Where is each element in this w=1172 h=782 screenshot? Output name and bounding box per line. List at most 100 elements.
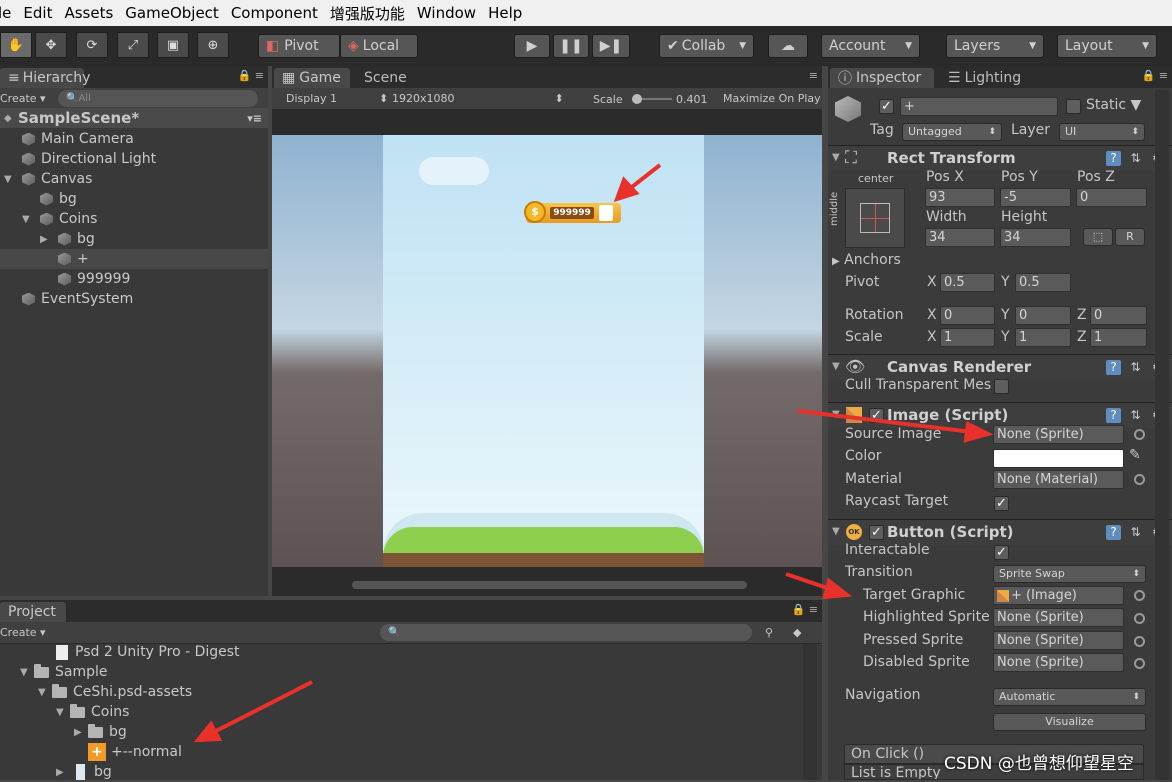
fold-open-icon[interactable]: ▼ xyxy=(56,707,70,718)
width-field[interactable]: 34 xyxy=(925,228,995,247)
filter-icon[interactable]: ⚲ xyxy=(765,626,773,639)
scene-row[interactable]: ◆ SampleScene* ▾≡ xyxy=(0,108,268,128)
hierarchy-item-directional-light[interactable]: Directional Light xyxy=(0,149,268,169)
menu-assets[interactable]: Assets xyxy=(64,4,113,22)
blueprint-mode-button[interactable]: ⬚ xyxy=(1083,228,1113,246)
fold-open-icon[interactable]: ▼ xyxy=(832,361,846,372)
highlighted-sprite-field[interactable]: None (Sprite) xyxy=(993,608,1124,627)
pos-z-field[interactable]: 0 xyxy=(1076,188,1147,207)
menu-edit[interactable]: Edit xyxy=(23,4,52,22)
cull-transparent-checkbox[interactable] xyxy=(994,379,1009,394)
hierarchy-item-canvas[interactable]: ▼ Canvas xyxy=(0,169,268,189)
hierarchy-item-plus-selected[interactable]: + xyxy=(0,249,268,269)
pos-x-field[interactable]: 93 xyxy=(925,188,995,207)
rotation-x-field[interactable]: 0 xyxy=(940,306,995,325)
transition-dropdown[interactable]: Sprite Swap ⬍ xyxy=(993,565,1146,583)
pivot-x-field[interactable]: 0.5 xyxy=(940,273,995,292)
fold-open-icon[interactable]: ▼ xyxy=(22,214,36,225)
scale-x-field[interactable]: 1 xyxy=(940,328,995,347)
pos-y-field[interactable]: -5 xyxy=(1000,188,1071,207)
account-dropdown[interactable]: Account ▼ xyxy=(821,34,920,58)
menu-gameobject[interactable]: GameObject xyxy=(125,4,219,22)
menu-window[interactable]: Window xyxy=(417,4,476,22)
tab-scene[interactable]: Scene xyxy=(356,68,416,88)
local-button[interactable]: ◈ Local xyxy=(340,34,418,58)
project-create-dropdown[interactable]: Create ▾ xyxy=(0,626,46,639)
target-graphic-field[interactable]: + (Image) xyxy=(993,586,1124,605)
fold-closed-icon[interactable]: ▶ xyxy=(40,234,54,245)
maximize-on-play-toggle[interactable]: Maximize On Play xyxy=(723,92,821,105)
project-item-normal[interactable]: + +--normal xyxy=(0,742,822,762)
rotate-tool-icon[interactable]: ⟳ xyxy=(76,32,108,58)
pivot-y-field[interactable]: 0.5 xyxy=(1015,273,1071,292)
source-image-field[interactable]: None (Sprite) xyxy=(993,425,1124,444)
static-label[interactable]: Static ▼ xyxy=(1086,97,1141,113)
resolution-dropdown[interactable]: 1920x1080 ⬍ xyxy=(392,92,564,105)
static-checkbox[interactable] xyxy=(1066,99,1081,114)
project-search-input[interactable]: 🔍 xyxy=(380,624,752,641)
hierarchy-item-main-camera[interactable]: Main Camera xyxy=(0,129,268,149)
rect-tool-icon[interactable]: ▣ xyxy=(157,32,189,58)
tab-project[interactable]: Project xyxy=(0,602,66,622)
rect-transform-header[interactable]: ▼ ⛶ Rect Transform ?⇅⚙ xyxy=(828,145,1172,171)
hierarchy-search-input[interactable]: 🔍All xyxy=(58,90,258,107)
menu-help[interactable]: Help xyxy=(488,4,522,22)
preset-icon[interactable]: ⇅ xyxy=(1128,408,1143,423)
display-dropdown[interactable]: Display 1 ⬍ xyxy=(286,92,388,105)
navigation-dropdown[interactable]: Automatic ⬍ xyxy=(993,688,1146,706)
preset-icon[interactable]: ⇅ xyxy=(1128,360,1143,375)
menu-enhanced[interactable]: 增强版功能 xyxy=(330,3,405,24)
menu-component[interactable]: Component xyxy=(231,4,318,22)
height-field[interactable]: 34 xyxy=(1000,228,1071,247)
preset-icon[interactable]: ⇅ xyxy=(1128,151,1143,166)
project-item-coins[interactable]: ▼ Coins xyxy=(0,702,822,722)
fold-open-icon[interactable]: ▼ xyxy=(4,174,18,185)
transform-tool-icon[interactable]: ⊕ xyxy=(197,32,229,58)
fold-closed-icon[interactable]: ▶ xyxy=(74,727,88,738)
hierarchy-item-eventsystem[interactable]: EventSystem xyxy=(0,289,268,309)
project-item-digest[interactable]: Psd 2 Unity Pro - Digest xyxy=(0,642,822,662)
object-picker-icon[interactable] xyxy=(1134,613,1145,624)
project-item-sample[interactable]: ▼ Sample xyxy=(0,662,822,682)
collab-dropdown[interactable]: ✔ Collab ▼ xyxy=(659,34,754,58)
object-picker-icon[interactable] xyxy=(1134,636,1145,647)
hand-tool-icon[interactable]: ✋ xyxy=(0,32,32,58)
project-item-ceshi[interactable]: ▼ CeShi.psd-assets xyxy=(0,682,822,702)
help-book-icon[interactable]: ? xyxy=(1106,151,1121,166)
layers-dropdown[interactable]: Layers ▼ xyxy=(946,34,1044,58)
help-book-icon[interactable]: ? xyxy=(1106,408,1121,423)
create-dropdown[interactable]: Create ▾ xyxy=(0,92,46,105)
active-checkbox[interactable]: ✓ xyxy=(879,99,894,114)
fold-open-icon[interactable]: ▼ xyxy=(832,526,846,537)
color-swatch[interactable] xyxy=(993,449,1124,468)
cloud-button[interactable]: ☁ xyxy=(768,34,808,58)
hierarchy-item-coins-bg[interactable]: ▶ bg xyxy=(0,229,268,249)
fold-open-icon[interactable]: ▼ xyxy=(832,409,846,420)
scale-slider-thumb[interactable] xyxy=(632,94,642,104)
help-book-icon[interactable]: ? xyxy=(1106,525,1121,540)
raycast-target-checkbox[interactable]: ✓ xyxy=(994,496,1009,511)
pause-button[interactable]: ❚❚ xyxy=(553,34,589,58)
scale-slider[interactable] xyxy=(632,94,672,104)
layer-dropdown[interactable]: UI ⬍ xyxy=(1059,123,1145,141)
pressed-sprite-field[interactable]: None (Sprite) xyxy=(993,631,1124,650)
tag-dropdown[interactable]: Untagged ⬍ xyxy=(902,123,1002,141)
rotation-y-field[interactable]: 0 xyxy=(1015,306,1071,325)
disabled-sprite-field[interactable]: None (Sprite) xyxy=(993,653,1124,672)
fold-open-icon[interactable]: ▼ xyxy=(20,667,34,678)
panel-menu-icon[interactable]: 🔒 ≡ xyxy=(792,603,818,616)
help-book-icon[interactable]: ? xyxy=(1106,360,1121,375)
hierarchy-item-999999[interactable]: 999999 xyxy=(0,269,268,289)
anchor-presets-button[interactable] xyxy=(845,188,905,248)
object-picker-icon[interactable] xyxy=(1134,474,1145,485)
project-item-bg-asset[interactable]: ▶ bg xyxy=(0,762,822,782)
interactable-checkbox[interactable]: ✓ xyxy=(994,545,1009,560)
rotation-z-field[interactable]: 0 xyxy=(1090,306,1147,325)
scene-menu-icon[interactable]: ▾≡ xyxy=(247,112,262,125)
object-name-field[interactable]: + xyxy=(900,97,1058,116)
object-picker-icon[interactable] xyxy=(1134,590,1145,601)
project-item-bg[interactable]: ▶ bg xyxy=(0,722,822,742)
anchors-foldout[interactable]: ▶ Anchors xyxy=(832,252,901,268)
step-button[interactable]: ▶❚ xyxy=(592,34,630,58)
panel-menu-icon[interactable]: 🔒 ≡ xyxy=(1142,69,1168,82)
